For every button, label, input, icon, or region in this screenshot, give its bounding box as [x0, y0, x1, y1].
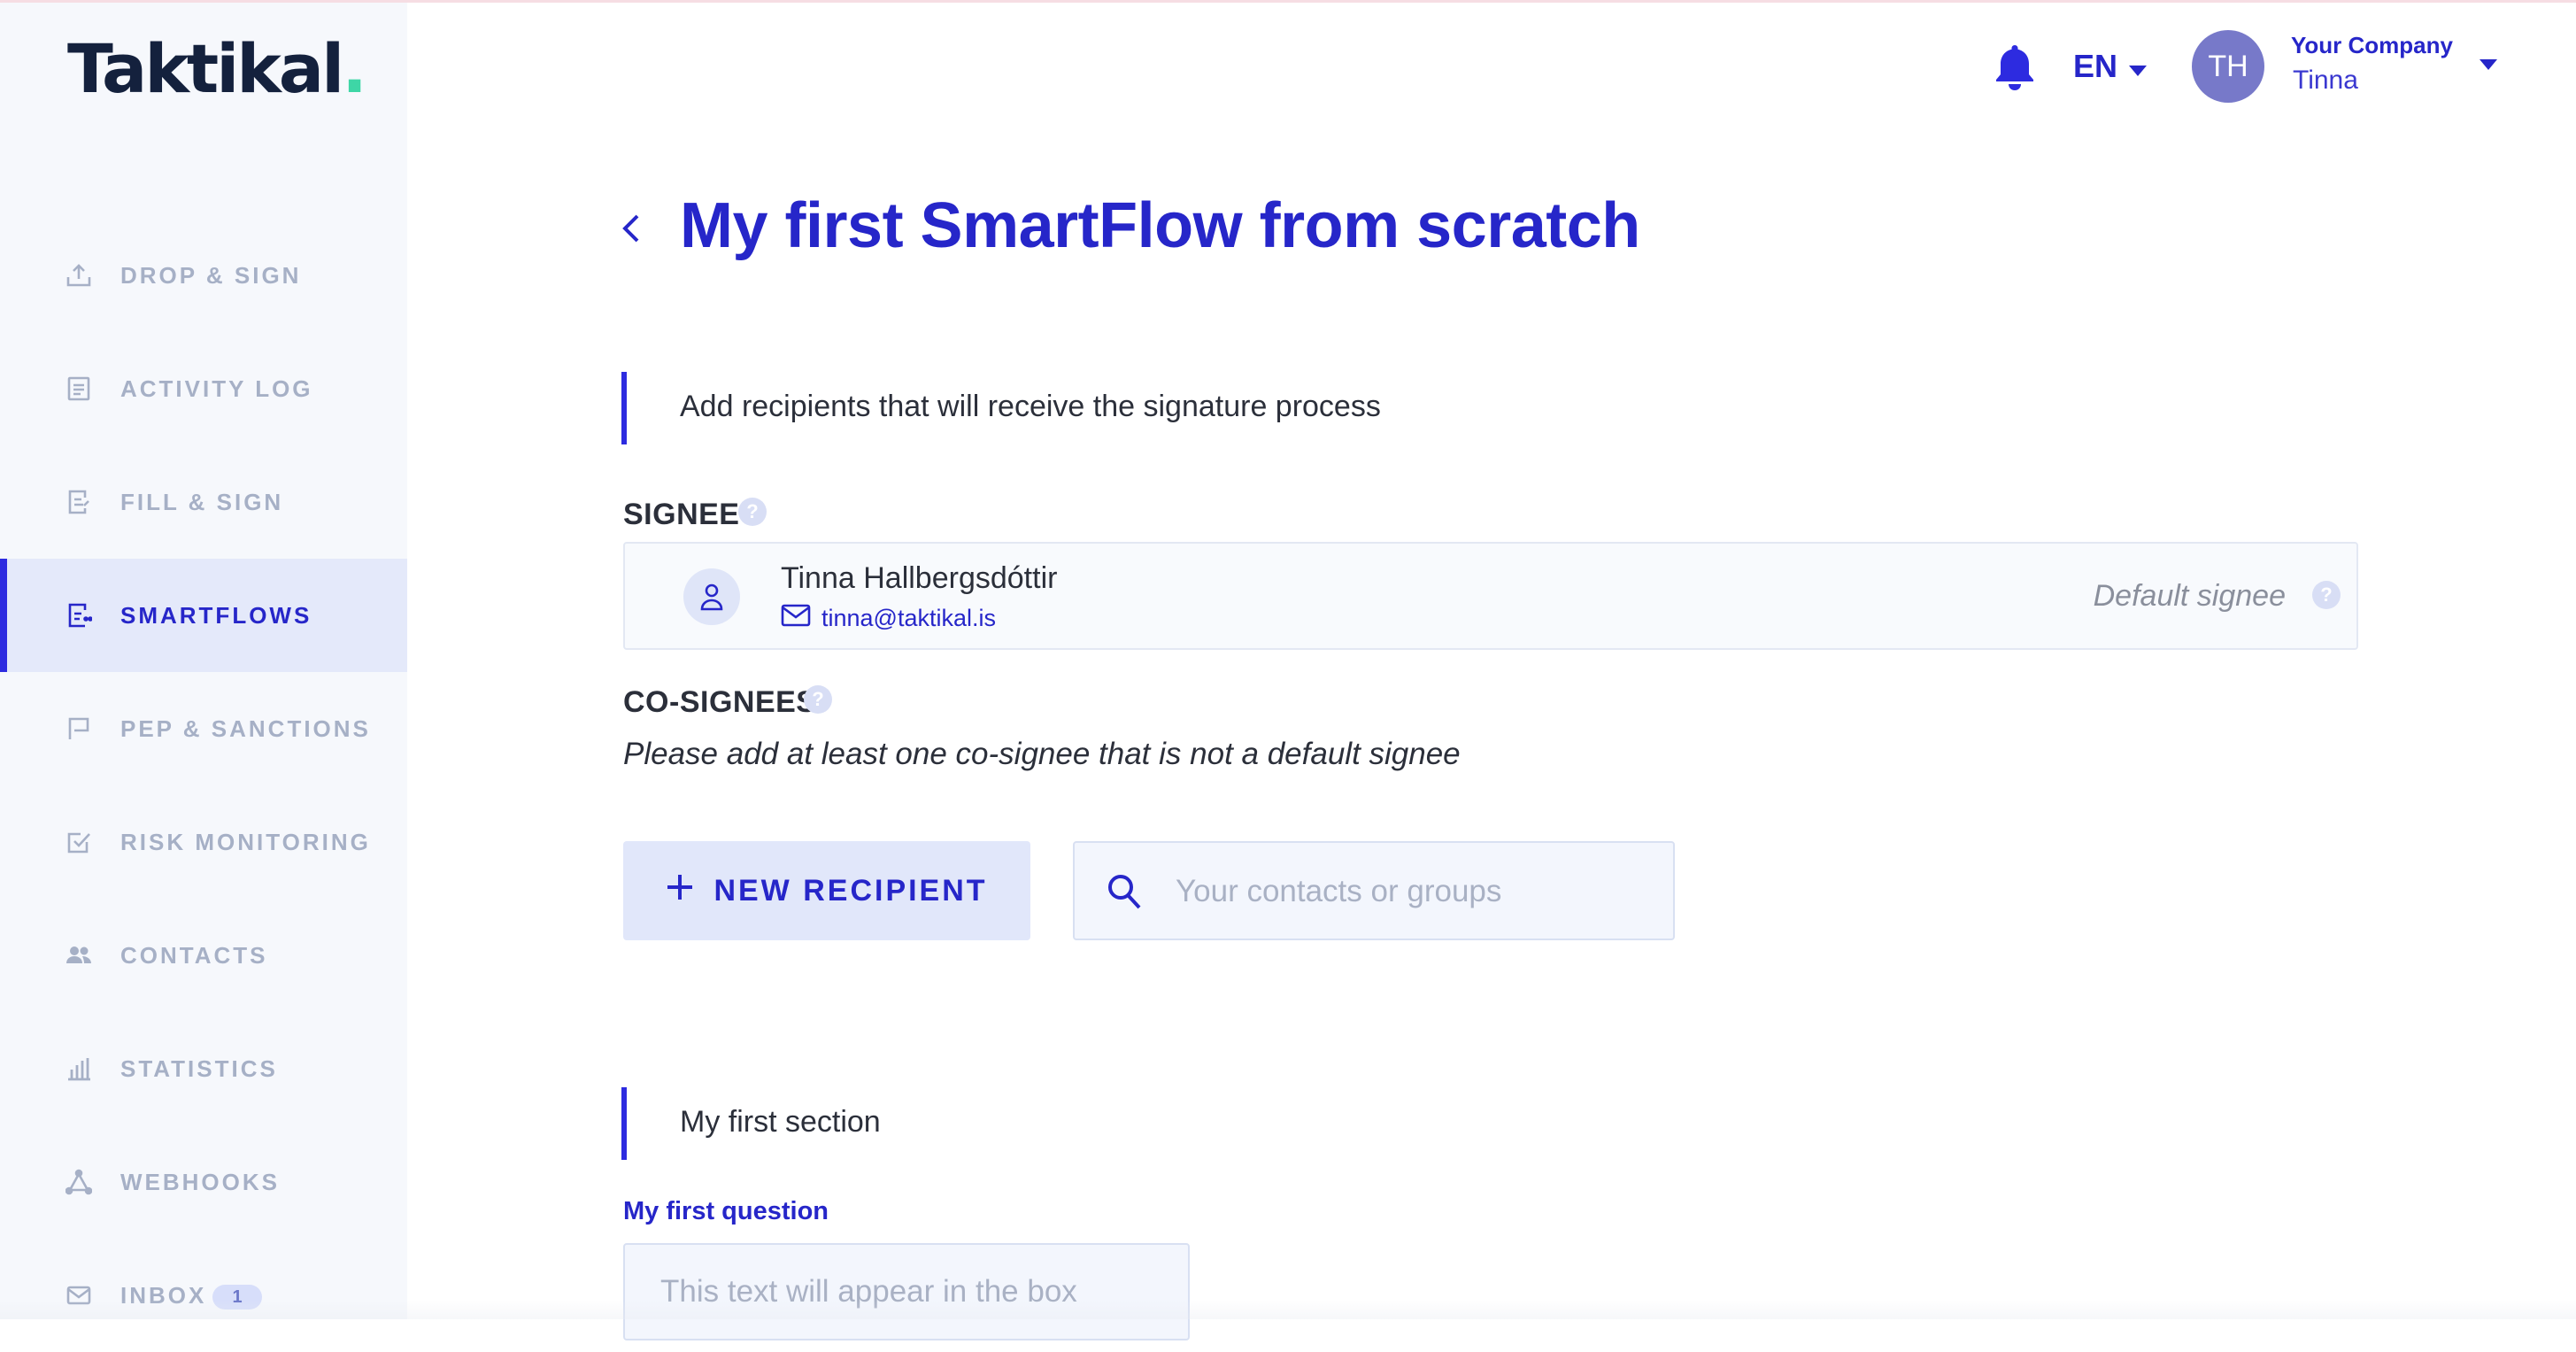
- webhook-icon: [64, 1167, 94, 1197]
- cosignees-hint: Please add at least one co-signee that i…: [623, 737, 1461, 771]
- recipients-section-title: Add recipients that will receive the sig…: [680, 390, 1381, 423]
- sidebar-item-label: RISK MONITORING: [120, 828, 371, 855]
- sidebar-item-label: WEBHOOKS: [120, 1168, 280, 1195]
- smartflow-icon: [64, 600, 94, 630]
- user-menu-chevron-icon[interactable]: [2479, 58, 2498, 75]
- sidebar-item-fill-sign[interactable]: FILL & SIGN: [0, 445, 407, 559]
- cosignees-help-icon[interactable]: ?: [804, 685, 832, 714]
- sidebar-item-label: CONTACTS: [120, 941, 268, 969]
- sidebar-item-inbox[interactable]: INBOX 1: [0, 1239, 407, 1352]
- log-icon: [64, 374, 94, 404]
- bar-chart-icon: [64, 1054, 94, 1084]
- sidebar-item-label: ACTIVITY LOG: [120, 375, 313, 402]
- cosignees-label: CO-SIGNEES: [623, 685, 817, 719]
- sidebar: Taktikal. DROP & SIGN ACTIVITY LOG FILL …: [0, 3, 407, 1319]
- notifications-bell-icon[interactable]: [1992, 42, 2038, 97]
- company-name: Your Company: [2291, 32, 2453, 58]
- sidebar-item-label: INBOX: [120, 1281, 207, 1309]
- checkbox-icon: [64, 827, 94, 857]
- chevron-down-icon: [2128, 48, 2148, 85]
- plus-icon: [666, 873, 694, 909]
- section-accent-bar: [621, 1087, 627, 1160]
- question-input[interactable]: [623, 1243, 1190, 1340]
- back-chevron-icon[interactable]: [620, 211, 641, 251]
- flag-icon: [64, 714, 94, 744]
- sidebar-item-risk-monitoring[interactable]: RISK MONITORING: [0, 785, 407, 899]
- logo[interactable]: Taktikal.: [67, 29, 367, 108]
- section-title: My first section: [680, 1105, 881, 1139]
- default-signee-help-icon[interactable]: ?: [2312, 581, 2341, 609]
- logo-text: Taktikal: [67, 29, 344, 108]
- mail-icon: [64, 1280, 94, 1310]
- contacts-search-input[interactable]: [1174, 866, 1655, 917]
- sidebar-item-smartflows[interactable]: SMARTFLOWS: [0, 559, 407, 672]
- default-signee-label: Default signee: [2093, 579, 2286, 613]
- sidebar-item-contacts[interactable]: CONTACTS: [0, 899, 407, 1012]
- signee-card: Tinna Hallbergsdóttir tinna@taktikal.is …: [623, 542, 2358, 650]
- sidebar-item-activity-log[interactable]: ACTIVITY LOG: [0, 332, 407, 445]
- page-title: My first SmartFlow from scratch: [680, 190, 1640, 261]
- section-accent-bar: [621, 372, 627, 444]
- language-code: EN: [2073, 48, 2118, 84]
- mail-icon: [781, 604, 811, 633]
- sidebar-item-statistics[interactable]: STATISTICS: [0, 1012, 407, 1125]
- fill-sign-icon: [64, 487, 94, 517]
- people-icon: [64, 940, 94, 970]
- logo-dot: .: [342, 29, 367, 108]
- sidebar-item-drop-sign[interactable]: DROP & SIGN: [0, 219, 407, 332]
- signee-name: Tinna Hallbergsdóttir: [781, 561, 1058, 595]
- sidebar-item-label: STATISTICS: [120, 1055, 278, 1082]
- new-recipient-label: NEW RECIPIENT: [713, 873, 988, 908]
- sidebar-item-label: SMARTFLOWS: [120, 601, 312, 629]
- signee-email[interactable]: tinna@taktikal.is: [781, 604, 996, 633]
- contacts-search[interactable]: [1073, 841, 1675, 940]
- upload-icon: [64, 260, 94, 290]
- user-name: Tinna: [2293, 66, 2358, 95]
- signee-help-icon[interactable]: ?: [738, 498, 767, 526]
- avatar[interactable]: TH: [2192, 30, 2264, 103]
- sidebar-item-label: PEP & SANCTIONS: [120, 715, 371, 742]
- language-selector[interactable]: EN: [2073, 48, 2148, 85]
- sidebar-item-pep-sanctions[interactable]: PEP & SANCTIONS: [0, 672, 407, 785]
- search-icon: [1107, 873, 1142, 915]
- signee-email-text: tinna@taktikal.is: [821, 605, 996, 631]
- new-recipient-button[interactable]: NEW RECIPIENT: [623, 841, 1030, 940]
- user-icon: [683, 568, 740, 625]
- signee-label: SIGNEE: [623, 498, 740, 531]
- sidebar-item-label: FILL & SIGN: [120, 488, 284, 515]
- sidebar-item-webhooks[interactable]: WEBHOOKS: [0, 1125, 407, 1239]
- sidebar-item-label: DROP & SIGN: [120, 261, 302, 289]
- question-label: My first question: [623, 1197, 829, 1225]
- inbox-count-badge: 1: [212, 1285, 262, 1310]
